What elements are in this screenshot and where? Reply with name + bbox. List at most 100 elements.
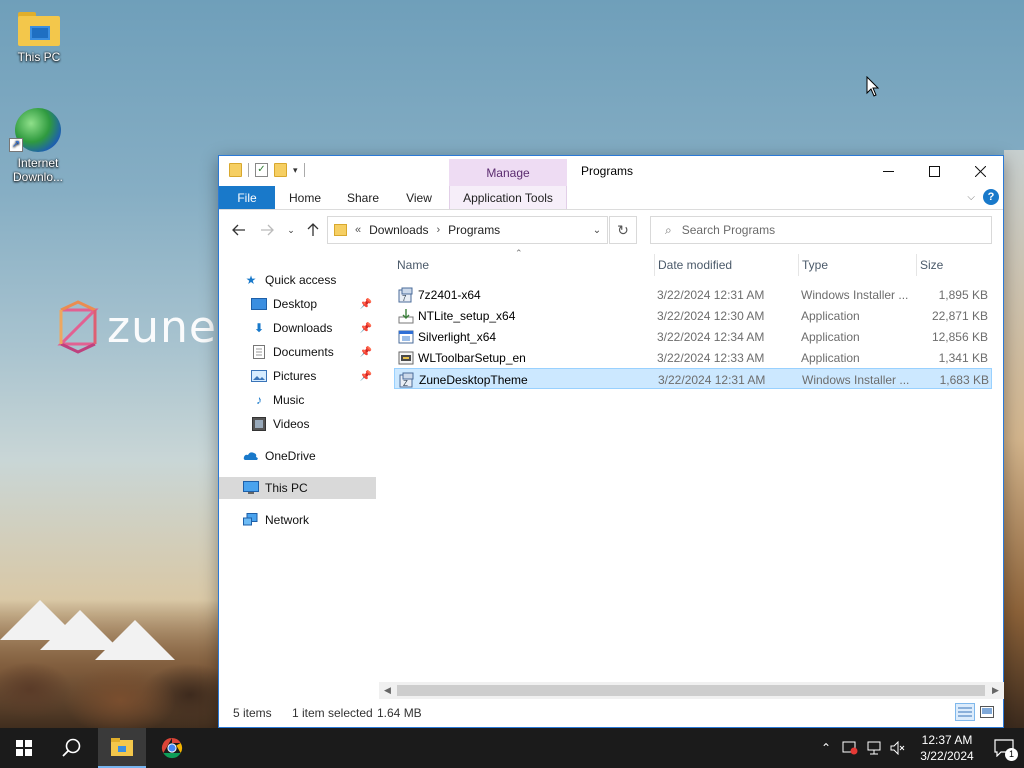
large-icons-view-button[interactable] [977,703,997,721]
column-header-size[interactable]: Size [916,254,994,276]
pin-icon[interactable]: 📌 [360,299,372,310]
sidebar-item-network[interactable]: Network [219,509,376,531]
file-row[interactable]: 7 7z2401-x64 3/22/2024 12:31 AM Windows … [394,284,992,305]
sidebar-item-pictures[interactable]: Pictures 📌 [219,365,376,387]
file-date: 3/22/2024 12:31 AM [657,287,765,302]
security-warning-icon[interactable] [838,741,862,755]
sidebar-item-onedrive[interactable]: OneDrive [219,445,376,467]
forward-button[interactable] [257,220,277,240]
sidebar-item-quick-access[interactable]: ★ Quick access [219,269,376,291]
scroll-left-icon[interactable]: ◀ [379,682,396,699]
properties-icon[interactable]: ✓ [255,163,268,177]
horizontal-scrollbar[interactable]: ◀ ▶ [379,682,1004,699]
pin-icon[interactable]: 📌 [360,347,372,358]
desktop-icon-this-pc[interactable]: This PC [9,12,69,64]
title-bar[interactable]: ✓ ▾ Manage Programs [219,156,1003,186]
pin-icon[interactable]: 📌 [360,371,372,382]
cloud-icon [243,449,259,463]
sidebar-item-documents[interactable]: Documents 📌 [219,341,376,363]
volume-muted-icon[interactable] [886,741,910,755]
file-row[interactable]: NTLite_setup_x64 3/22/2024 12:30 AM Appl… [394,305,992,326]
taskbar-chrome[interactable] [148,728,196,768]
address-dropdown-button[interactable]: ⌄ [587,217,607,243]
wallpaper-tent [95,620,175,660]
sidebar-item-label: Music [273,393,305,407]
sidebar-item-desktop[interactable]: Desktop 📌 [219,293,376,315]
action-center-button[interactable]: 1 [984,728,1024,768]
up-button[interactable] [303,220,323,240]
clock[interactable]: 12:37 AM 3/22/2024 [910,732,984,764]
expand-ribbon-chevron-icon[interactable]: ⌵ [967,192,975,203]
start-button[interactable] [0,728,48,768]
svg-text:Z: Z [403,379,408,388]
customize-toolbar-chevron-icon[interactable]: ▾ [293,165,298,176]
tab-manage[interactable]: Manage [449,159,567,186]
address-bar[interactable]: « Downloads › Programs ⌄ [327,216,608,244]
item-count: 5 items [233,706,272,720]
minimize-button[interactable] [865,156,911,186]
download-icon: ⬇ [253,321,265,335]
sidebar-item-this-pc[interactable]: This PC [219,477,376,499]
column-header-type[interactable]: Type [798,254,914,276]
setup-icon [398,308,414,324]
scrollbar-thumb[interactable] [397,685,985,696]
globe-icon: ↗ [9,108,61,152]
network-icon[interactable] [862,741,886,755]
breadcrumb-chevron-icon[interactable]: › [437,224,441,236]
file-row[interactable]: Silverlight_x64 3/22/2024 12:34 AM Appli… [394,326,992,347]
column-headers: ⌃ Name Date modified Type Size [394,248,994,276]
search-button[interactable] [48,728,96,768]
window-controls [865,156,1003,186]
windows-logo-icon [16,740,32,756]
tab-application-tools[interactable]: Application Tools [449,186,567,209]
desktop-icon-label: Internet Downlo... [12,156,64,184]
file-name: 7z2401-x64 [418,287,481,302]
file-type: Windows Installer ... [801,287,909,302]
column-header-name[interactable]: Name [394,254,652,276]
file-size: 1,683 KB [939,372,989,387]
file-name: NTLite_setup_x64 [418,308,516,323]
computer-icon [243,481,259,495]
tab-home[interactable]: Home [281,186,329,209]
window-title: Programs [581,164,634,178]
breadcrumb-downloads[interactable]: Downloads [369,223,428,237]
tab-file[interactable]: File [219,186,275,209]
network-icon [243,513,259,527]
maximize-button[interactable] [911,156,957,186]
sidebar-item-videos[interactable]: Videos [219,413,376,435]
address-overflow[interactable]: « [355,224,361,236]
file-size: 1,341 KB [938,350,988,365]
file-row[interactable]: WLToolbarSetup_en 3/22/2024 12:33 AM App… [394,347,992,368]
pin-icon[interactable]: 📌 [360,323,372,334]
new-folder-icon[interactable] [274,163,287,177]
details-view-button[interactable] [955,703,975,721]
sidebar-item-label: OneDrive [265,449,316,463]
tab-view[interactable]: View [395,186,443,209]
sidebar-item-downloads[interactable]: ⬇ Downloads 📌 [219,317,376,339]
file-name: Silverlight_x64 [418,329,497,344]
file-size: 22,871 KB [931,308,988,323]
tab-share[interactable]: Share [339,186,387,209]
recent-locations-button[interactable]: ⌄ [281,220,301,240]
taskbar-file-explorer[interactable] [98,728,146,768]
scroll-right-icon[interactable]: ▶ [987,682,1004,699]
search-box[interactable]: ⌕ [650,216,992,244]
file-date: 3/22/2024 12:33 AM [657,350,765,365]
desktop-icon-internet-download-manager[interactable]: ↗ Internet Downlo... [8,108,68,184]
chevron-down-icon: ⌄ [592,224,602,236]
help-icon[interactable]: ? [983,189,999,205]
sidebar-item-music[interactable]: ♪ Music [219,389,376,411]
details-view-icon [958,707,972,717]
back-button[interactable] [229,220,249,240]
close-button[interactable] [957,156,1003,186]
column-header-date-modified[interactable]: Date modified [654,254,796,276]
file-date: 3/22/2024 12:31 AM [658,372,766,387]
chevron-down-icon: ⌄ [287,224,295,235]
large-icons-view-icon [980,706,994,718]
search-input[interactable] [681,223,962,237]
breadcrumb-programs[interactable]: Programs [448,223,500,237]
file-row-selected[interactable]: Z ZuneDesktopTheme 3/22/2024 12:31 AM Wi… [394,368,992,389]
refresh-button[interactable]: ↻ [609,216,637,244]
file-size: 1,895 KB [938,287,988,302]
show-hidden-icons-chevron-icon[interactable]: ⌃ [814,741,838,755]
